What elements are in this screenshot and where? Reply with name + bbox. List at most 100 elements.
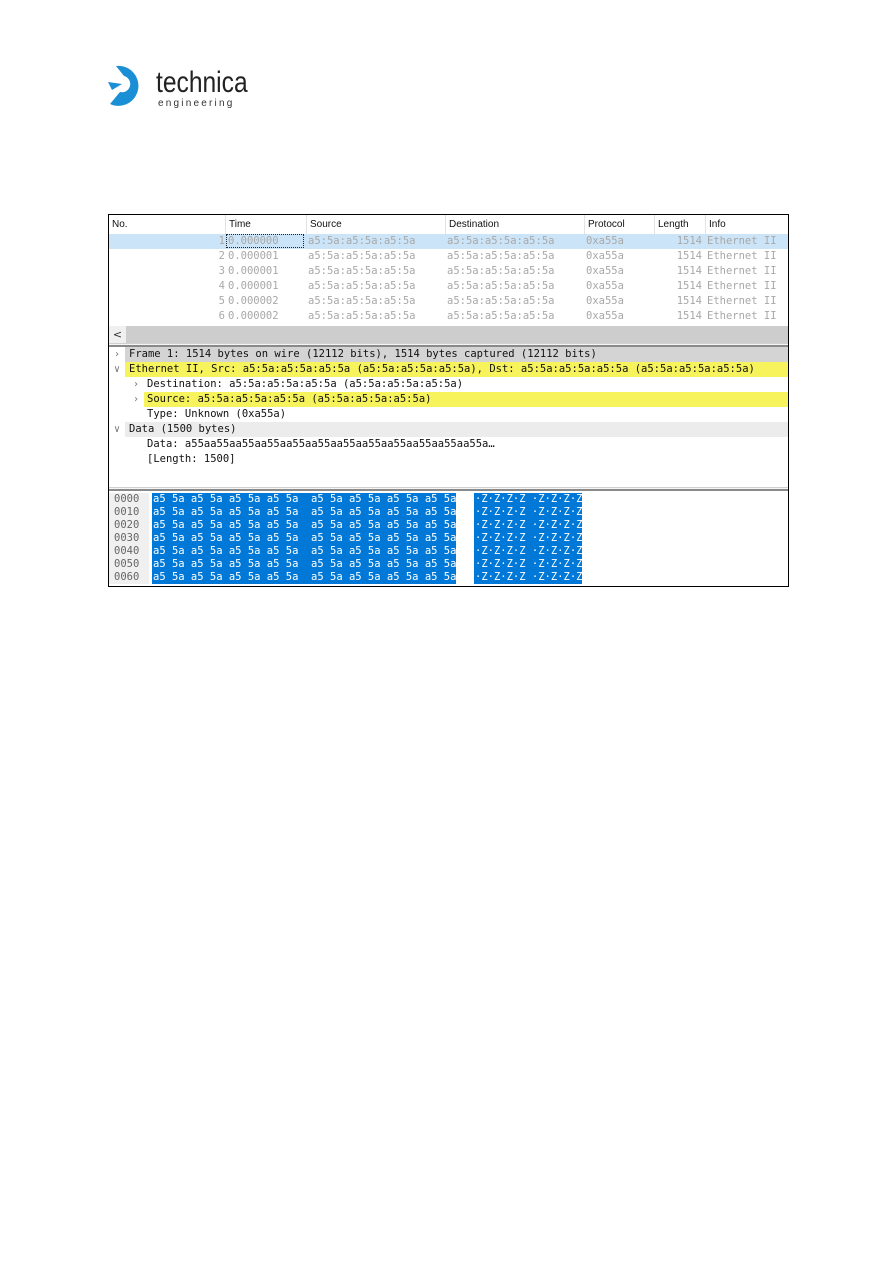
- tree-item-label: Data (1500 bytes): [129, 423, 237, 435]
- byte-ascii[interactable]: ·Z·Z·Z·Z ·Z·Z·Z·Z: [474, 558, 582, 571]
- packet-no: 1: [218, 235, 225, 247]
- bytes-row[interactable]: 0000 a5 5a a5 5a a5 5a a5 5a a5 5a a5 5a…: [109, 493, 788, 506]
- packet-destination: a5:5a:a5:5a:a5:5a: [447, 235, 555, 247]
- technica-logo-mark-icon: [108, 65, 139, 106]
- packet-info: Ethernet II: [707, 250, 777, 262]
- logo-wordmark: technica: [156, 66, 248, 99]
- column-header-source[interactable]: Source: [307, 215, 446, 234]
- packet-list-header: No. Time Source Destination Protocol Len…: [109, 215, 788, 235]
- column-header-destination[interactable]: Destination: [446, 215, 585, 234]
- byte-offset: 0040: [109, 545, 149, 558]
- packet-protocol: 0xa55a: [586, 250, 624, 262]
- packet-list: No. Time Source Destination Protocol Len…: [109, 215, 788, 343]
- packet-info: Ethernet II: [707, 265, 777, 277]
- tree-item-data[interactable]: ∨ Data (1500 bytes): [114, 422, 788, 437]
- packet-destination: a5:5a:a5:5a:a5:5a: [447, 250, 555, 262]
- packet-length: 1514: [676, 235, 702, 247]
- column-header-no[interactable]: No.: [109, 215, 226, 234]
- chevron-down-icon[interactable]: ∨: [111, 362, 123, 377]
- byte-ascii[interactable]: ·Z·Z·Z·Z ·Z·Z·Z·Z: [474, 571, 582, 584]
- packet-no: 4: [218, 280, 225, 292]
- bytes-row[interactable]: 0020 a5 5a a5 5a a5 5a a5 5a a5 5a a5 5a…: [109, 519, 788, 532]
- packet-source: a5:5a:a5:5a:a5:5a: [308, 235, 416, 247]
- packet-destination: a5:5a:a5:5a:a5:5a: [447, 265, 555, 277]
- chevron-right-icon[interactable]: ›: [130, 377, 142, 392]
- byte-hex[interactable]: a5 5a a5 5a a5 5a a5 5a a5 5a a5 5a a5 5…: [152, 571, 456, 584]
- packet-protocol: 0xa55a: [586, 265, 624, 277]
- packet-info: Ethernet II: [707, 310, 777, 322]
- packet-info: Ethernet II: [707, 235, 777, 247]
- packet-source: a5:5a:a5:5a:a5:5a: [308, 295, 416, 307]
- column-header-time[interactable]: Time: [226, 215, 307, 234]
- bytes-row[interactable]: 0050 a5 5a a5 5a a5 5a a5 5a a5 5a a5 5a…: [109, 558, 788, 571]
- byte-ascii[interactable]: ·Z·Z·Z·Z ·Z·Z·Z·Z: [474, 532, 582, 545]
- tree-item-label: Frame 1: 1514 bytes on wire (12112 bits)…: [129, 348, 597, 360]
- tree-item-type[interactable]: Type: Unknown (0xa55a): [109, 407, 788, 422]
- bytes-row[interactable]: 0060 a5 5a a5 5a a5 5a a5 5a a5 5a a5 5a…: [109, 571, 788, 584]
- tree-item-source[interactable]: › Source: a5:5a:a5:5a:a5:5a (a5:5a:a5:5a…: [109, 392, 788, 407]
- packet-analyzer-window: No. Time Source Destination Protocol Len…: [108, 214, 789, 587]
- packet-info: Ethernet II: [707, 280, 777, 292]
- byte-ascii[interactable]: ·Z·Z·Z·Z ·Z·Z·Z·Z: [474, 506, 582, 519]
- bytes-row[interactable]: 0040 a5 5a a5 5a a5 5a a5 5a a5 5a a5 5a…: [109, 545, 788, 558]
- packet-time: 0.000002: [228, 295, 279, 307]
- packet-details-tree: › Frame 1: 1514 bytes on wire (12112 bit…: [109, 347, 788, 487]
- chevron-right-icon[interactable]: ›: [130, 392, 142, 407]
- packet-destination: a5:5a:a5:5a:a5:5a: [447, 310, 555, 322]
- byte-offset: 0010: [109, 506, 149, 519]
- tree-item-frame[interactable]: › Frame 1: 1514 bytes on wire (12112 bit…: [114, 347, 788, 362]
- packet-time: 0.000001: [228, 265, 279, 277]
- tree-item-destination[interactable]: › Destination: a5:5a:a5:5a:a5:5a (a5:5a:…: [109, 377, 788, 392]
- packet-length: 1514: [676, 280, 702, 292]
- packet-protocol: 0xa55a: [586, 295, 624, 307]
- packet-time: 0.000001: [228, 250, 279, 262]
- tree-item-label: Ethernet II, Src: a5:5a:a5:5a:a5:5a (a5:…: [129, 363, 755, 375]
- packet-row[interactable]: 5 0.000002 a5:5a:a5:5a:a5:5a a5:5a:a5:5a…: [109, 294, 788, 309]
- byte-hex[interactable]: a5 5a a5 5a a5 5a a5 5a a5 5a a5 5a a5 5…: [152, 558, 456, 571]
- packet-time: 0.000000: [228, 235, 279, 247]
- bytes-row[interactable]: 0010 a5 5a a5 5a a5 5a a5 5a a5 5a a5 5a…: [109, 506, 788, 519]
- chevron-right-icon[interactable]: ›: [111, 347, 123, 362]
- tree-item-label: Destination: a5:5a:a5:5a:a5:5a (a5:5a:a5…: [147, 378, 464, 390]
- packet-row[interactable]: 3 0.000001 a5:5a:a5:5a:a5:5a a5:5a:a5:5a…: [109, 264, 788, 279]
- byte-hex[interactable]: a5 5a a5 5a a5 5a a5 5a a5 5a a5 5a a5 5…: [152, 532, 456, 545]
- packet-length: 1514: [676, 265, 702, 277]
- packet-source: a5:5a:a5:5a:a5:5a: [308, 250, 416, 262]
- packet-time: 0.000002: [228, 310, 279, 322]
- tree-item-data-value[interactable]: Data: a55aa55aa55aa55aa55aa55aa55aa55aa5…: [109, 437, 788, 452]
- packet-length: 1514: [676, 295, 702, 307]
- packet-bytes-pane: 0000 a5 5a a5 5a a5 5a a5 5a a5 5a a5 5a…: [109, 491, 788, 586]
- byte-hex[interactable]: a5 5a a5 5a a5 5a a5 5a a5 5a a5 5a a5 5…: [152, 519, 456, 532]
- byte-ascii[interactable]: ·Z·Z·Z·Z ·Z·Z·Z·Z: [474, 545, 582, 558]
- byte-hex[interactable]: a5 5a a5 5a a5 5a a5 5a a5 5a a5 5a a5 5…: [152, 506, 456, 519]
- packet-row[interactable]: 4 0.000001 a5:5a:a5:5a:a5:5a a5:5a:a5:5a…: [109, 279, 788, 294]
- column-header-info[interactable]: Info: [706, 215, 788, 234]
- packet-row[interactable]: 6 0.000002 a5:5a:a5:5a:a5:5a a5:5a:a5:5a…: [109, 309, 788, 324]
- byte-offset: 0020: [109, 519, 149, 532]
- bytes-row[interactable]: 0030 a5 5a a5 5a a5 5a a5 5a a5 5a a5 5a…: [109, 532, 788, 545]
- packet-no: 6: [218, 310, 225, 322]
- packet-destination: a5:5a:a5:5a:a5:5a: [447, 280, 555, 292]
- packet-row[interactable]: 2 0.000001 a5:5a:a5:5a:a5:5a a5:5a:a5:5a…: [109, 249, 788, 264]
- packet-destination: a5:5a:a5:5a:a5:5a: [447, 295, 555, 307]
- packet-protocol: 0xa55a: [586, 235, 624, 247]
- byte-offset: 0050: [109, 558, 149, 571]
- column-header-protocol[interactable]: Protocol: [585, 215, 655, 234]
- byte-hex[interactable]: a5 5a a5 5a a5 5a a5 5a a5 5a a5 5a a5 5…: [152, 493, 456, 506]
- packet-list-horizontal-scrollbar[interactable]: <: [109, 326, 788, 343]
- packet-protocol: 0xa55a: [586, 280, 624, 292]
- tree-item-label: [Length: 1500]: [147, 453, 236, 465]
- byte-ascii[interactable]: ·Z·Z·Z·Z ·Z·Z·Z·Z: [474, 519, 582, 532]
- packet-info: Ethernet II: [707, 295, 777, 307]
- tree-item-length[interactable]: [Length: 1500]: [109, 452, 788, 467]
- byte-hex[interactable]: a5 5a a5 5a a5 5a a5 5a a5 5a a5 5a a5 5…: [152, 545, 456, 558]
- column-header-length[interactable]: Length: [655, 215, 706, 234]
- chevron-down-icon[interactable]: ∨: [111, 422, 123, 437]
- packet-source: a5:5a:a5:5a:a5:5a: [308, 265, 416, 277]
- tree-item-label: Source: a5:5a:a5:5a:a5:5a (a5:5a:a5:5a:a…: [144, 392, 788, 407]
- scroll-left-icon[interactable]: <: [109, 326, 126, 343]
- byte-ascii[interactable]: ·Z·Z·Z·Z ·Z·Z·Z·Z: [474, 493, 582, 506]
- tree-item-ethernet[interactable]: ∨ Ethernet II, Src: a5:5a:a5:5a:a5:5a (a…: [114, 362, 788, 377]
- byte-offset: 0000: [109, 493, 149, 506]
- packet-row[interactable]: 1 0.000000 a5:5a:a5:5a:a5:5a a5:5a:a5:5a…: [109, 234, 788, 249]
